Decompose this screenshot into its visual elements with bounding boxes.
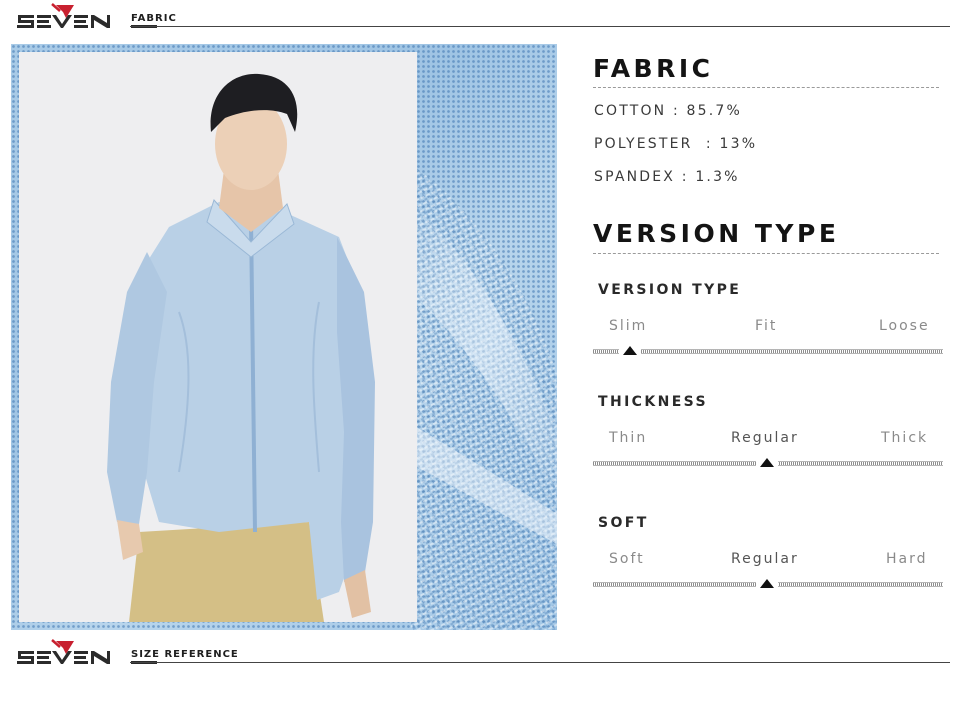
header-rule — [130, 26, 950, 27]
composition-spandex: SPANDEX : 1.3% — [594, 169, 740, 185]
scale-option-thin: Thin — [609, 430, 648, 446]
version-divider — [593, 253, 939, 254]
triangle-up-icon — [760, 579, 774, 588]
scale-title-soft: SOFT — [598, 515, 649, 531]
footer-rule — [130, 662, 950, 663]
model-photo — [19, 52, 417, 622]
seven-logo-icon — [17, 3, 110, 28]
scale-option-fit: Fit — [755, 318, 778, 334]
scale-option-thick: Thick — [881, 430, 929, 446]
seven-logo-icon — [17, 639, 110, 664]
scale-option-hard: Hard — [886, 551, 928, 567]
scale-title-thickness: THICKNESS — [598, 394, 709, 410]
fabric-divider — [593, 87, 939, 88]
model-wearing-shirt-image — [19, 52, 417, 622]
composition-cotton: COTTON : 85.7% — [594, 103, 743, 119]
scale-option-regular: Regular — [731, 430, 799, 446]
scale-title-version-type: VERSION TYPE — [598, 282, 742, 298]
scale-option-loose: Loose — [879, 318, 930, 334]
triangle-up-icon — [760, 458, 774, 467]
scale-track-version-type — [593, 349, 943, 354]
composition-polyester: POLYESTER : 13% — [594, 136, 758, 152]
scale-option-slim: Slim — [609, 318, 648, 334]
triangle-up-icon — [623, 346, 637, 355]
scale-option-regular: Regular — [731, 551, 799, 567]
scale-option-soft: Soft — [609, 551, 645, 567]
section-tag-size-reference: SIZE REFERENCE — [131, 649, 239, 660]
header-bar: FABRIC — [0, 0, 960, 30]
version-type-title: VERSION TYPE — [593, 219, 840, 248]
product-photo-panel — [11, 44, 557, 630]
fabric-title: FABRIC — [593, 54, 714, 83]
footer-bar: SIZE REFERENCE — [0, 636, 960, 666]
section-tag-fabric: FABRIC — [131, 13, 177, 24]
